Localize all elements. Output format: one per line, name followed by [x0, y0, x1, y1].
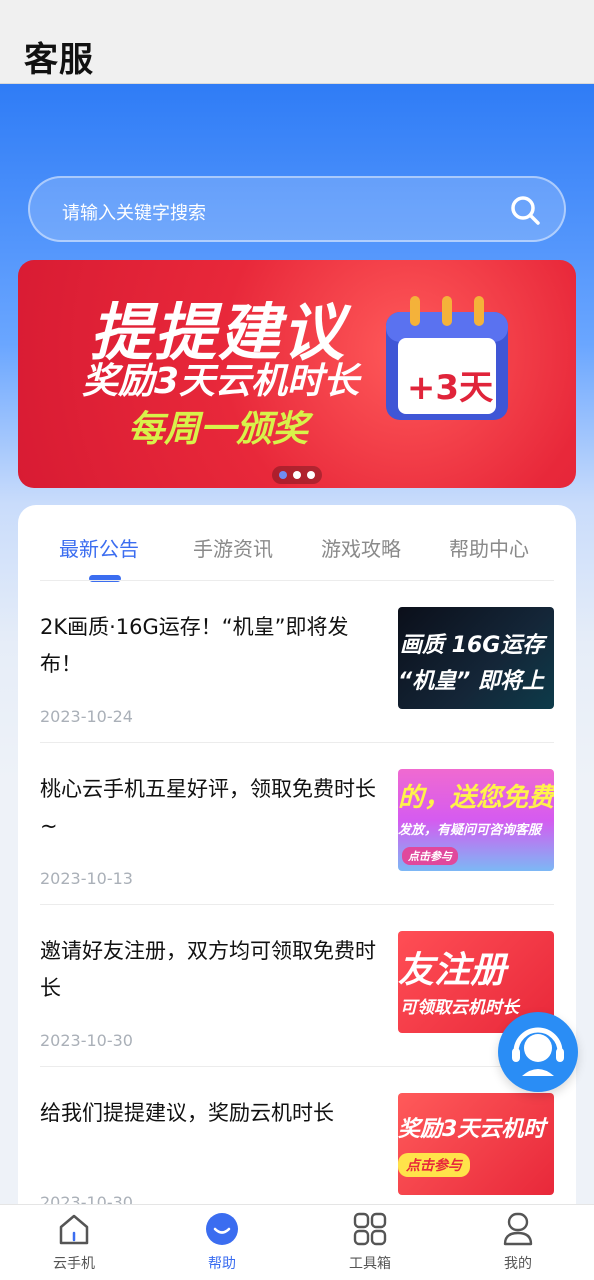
tab-latest-announcements[interactable]: 最新公告	[59, 533, 139, 562]
thumbnail-tag: 点击参与	[402, 847, 458, 865]
news-title: 邀请好友注册，双方均可领取免费时长	[40, 939, 376, 1000]
carousel-dot	[307, 471, 315, 479]
toolbox-grid-icon	[353, 1212, 387, 1246]
bottom-navigation: 云手机 帮助 工具箱 我的	[0, 1204, 594, 1280]
customer-service-button[interactable]	[498, 1012, 578, 1092]
carousel-dot-active	[279, 471, 287, 479]
tab-game-guides[interactable]: 游戏攻略	[321, 533, 401, 562]
news-title: 给我们提提建议，奖励云机时长	[40, 1101, 334, 1125]
nav-item-cloud-phone[interactable]: 云手机	[0, 1205, 148, 1280]
divider	[40, 904, 554, 905]
news-title: 2K画质·16G运存！“机皇”即将发布！	[40, 615, 349, 676]
divider	[40, 742, 554, 743]
banner-badge: +3天	[406, 368, 494, 408]
thumbnail-text: 的，送您免费	[398, 783, 554, 813]
news-thumbnail: 奖励3天云机时 点击参与	[398, 1093, 554, 1195]
news-date: 2023-10-30	[40, 1031, 133, 1050]
news-item[interactable]: 桃心云手机五星好评，领取免费时长~ 2023-10-13 的，送您免费 发放，有…	[40, 769, 554, 933]
nav-label: 工具箱	[349, 1256, 391, 1272]
thumbnail-tag: 点击参与	[398, 1153, 470, 1177]
thumbnail-text: 友注册	[398, 950, 507, 991]
divider	[40, 1066, 554, 1067]
nav-label: 我的	[504, 1256, 532, 1272]
tab-game-news[interactable]: 手游资讯	[193, 533, 273, 562]
search-input[interactable]: 请输入关键字搜索	[28, 176, 566, 242]
news-date: 2023-10-24	[40, 707, 133, 726]
banner-tagline: 每周一颁奖	[128, 409, 309, 450]
thumbnail-text: 发放，有疑问可咨询客服	[398, 823, 542, 838]
page-title: 客服	[24, 40, 94, 80]
search-placeholder: 请输入关键字搜索	[62, 203, 206, 224]
news-title: 桃心云手机五星好评，领取免费时长~	[40, 777, 376, 838]
news-thumbnail: 画质 16G运存 “机皇” 即将上	[398, 607, 554, 709]
thumbnail-text: 画质 16G运存	[400, 633, 545, 658]
nav-item-toolbox[interactable]: 工具箱	[296, 1205, 444, 1280]
home-icon	[59, 1214, 89, 1245]
thumbnail-text: 奖励3天云机时	[398, 1117, 546, 1142]
divider	[40, 580, 554, 581]
news-thumbnail: 的，送您免费 发放，有疑问可咨询客服 点击参与	[398, 769, 554, 871]
promo-banner[interactable]: 提提建议 奖励3天云机时长 每周一颁奖 +3天	[18, 260, 576, 488]
thumbnail-text: “机皇” 即将上	[398, 669, 544, 694]
carousel-indicator	[272, 466, 322, 484]
profile-icon	[503, 1212, 533, 1246]
nav-label: 云手机	[53, 1256, 95, 1272]
tab-bar: 最新公告 手游资讯 游戏攻略 帮助中心	[18, 505, 576, 582]
title-bar: 客服	[0, 0, 594, 84]
news-item[interactable]: 2K画质·16G运存！“机皇”即将发布！ 2023-10-24 画质 16G运存…	[40, 607, 554, 771]
help-chat-icon	[206, 1213, 238, 1245]
nav-label: 帮助	[208, 1256, 236, 1272]
tab-help-center[interactable]: 帮助中心	[449, 533, 529, 562]
banner-subline: 奖励3天云机时长	[82, 361, 360, 402]
news-item[interactable]: 邀请好友注册，双方均可领取免费时长 2023-10-30 友注册 可领取云机时长	[40, 931, 554, 1095]
nav-item-profile[interactable]: 我的	[444, 1205, 592, 1280]
search-icon[interactable]	[508, 193, 542, 227]
carousel-dot	[293, 471, 301, 479]
content-panel: 最新公告 手游资讯 游戏攻略 帮助中心 2K画质·16G运存！“机皇”即将发布！…	[18, 505, 576, 1225]
news-date: 2023-10-13	[40, 869, 133, 888]
nav-item-help[interactable]: 帮助	[148, 1205, 296, 1280]
headset-agent-icon	[512, 1027, 564, 1076]
